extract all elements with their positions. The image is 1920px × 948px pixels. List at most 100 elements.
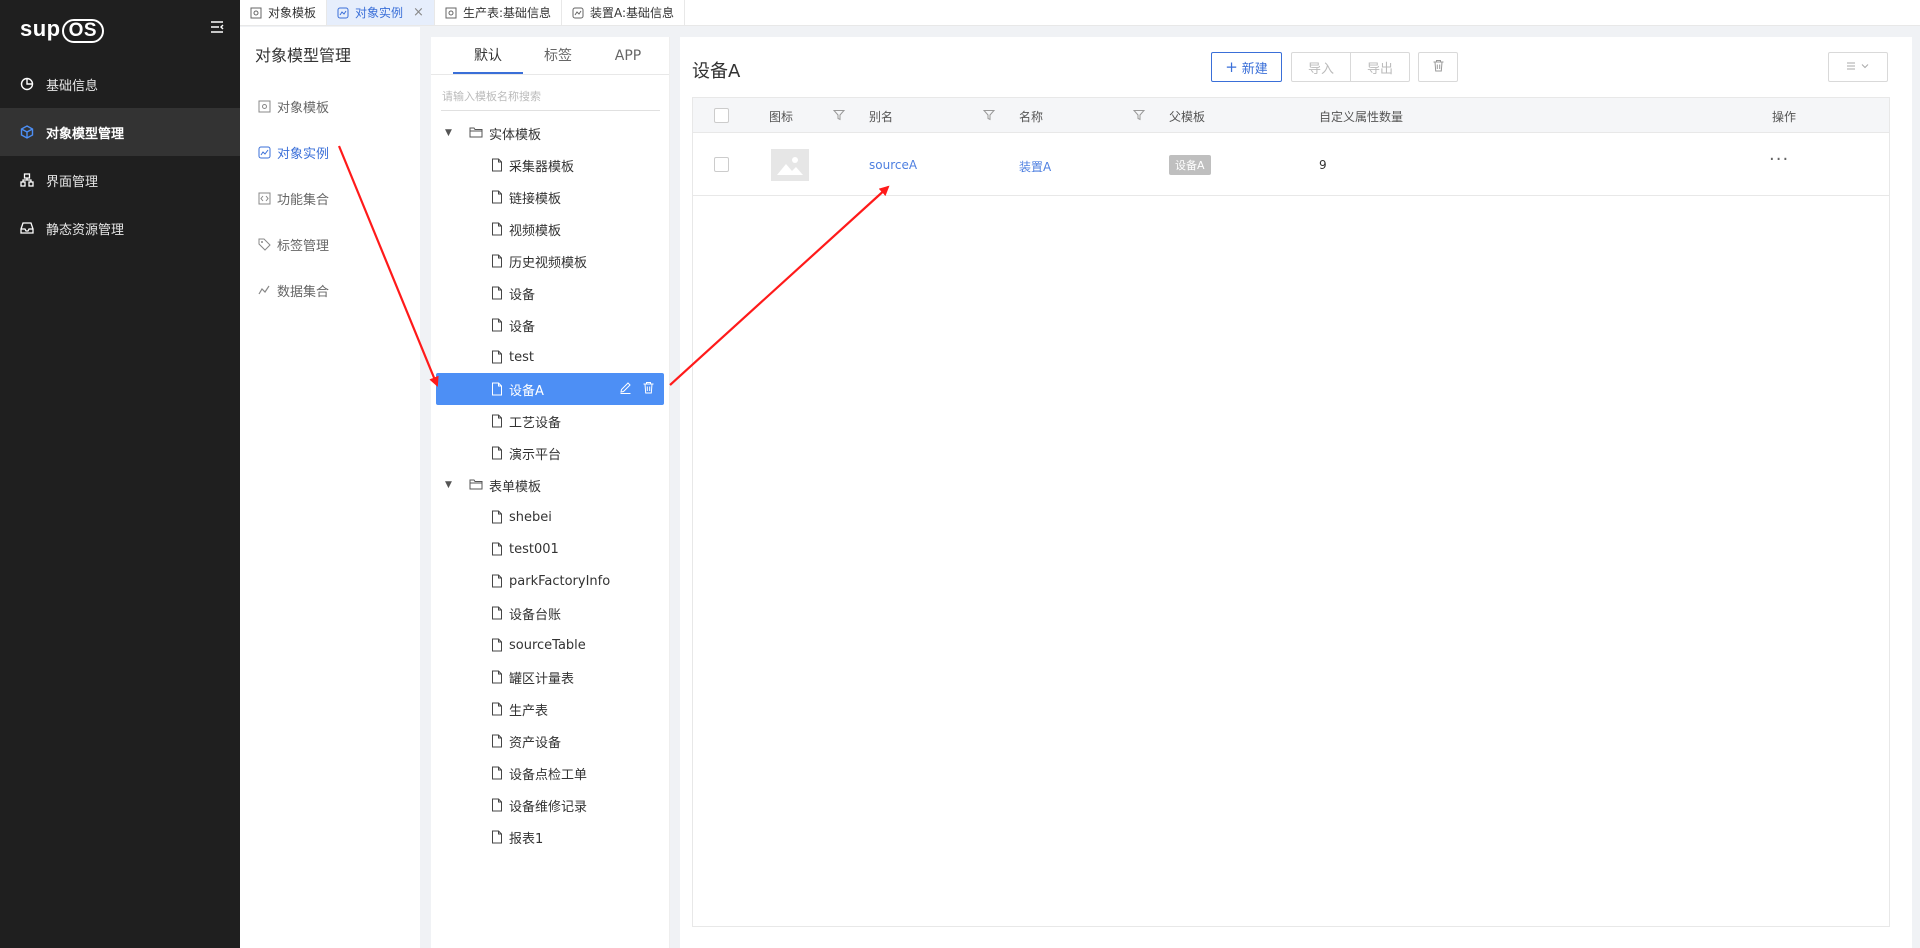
file-icon (491, 734, 503, 748)
subnav-label: 功能集合 (277, 192, 330, 208)
more-actions-icon[interactable]: ··· (1769, 149, 1789, 170)
menu-item-label: 静态资源管理 (46, 222, 125, 238)
name-link[interactable]: 装置A (1019, 158, 1051, 175)
trash-icon (1432, 59, 1445, 76)
template-icon (250, 7, 262, 19)
tree-node[interactable]: 设备 (436, 309, 664, 341)
import-button[interactable]: 导入 (1291, 52, 1351, 82)
delete-button[interactable] (1418, 52, 1458, 82)
subnav-label: 对象实例 (277, 146, 330, 162)
menu-item-label: 对象模型管理 (46, 126, 125, 142)
tree-node[interactable]: 设备台账 (436, 597, 664, 629)
tree-node-label: 设备A (509, 383, 544, 399)
instance-icon (572, 7, 584, 19)
tree-node[interactable]: 工艺设备 (436, 405, 664, 437)
tree-node-label: 资产设备 (509, 735, 562, 751)
subnav-item-object-instance[interactable]: 对象实例 (240, 129, 420, 175)
tree-node-label: 链接模板 (509, 191, 562, 207)
template-search-input[interactable] (441, 83, 660, 111)
col-alias: 别名 (869, 110, 894, 124)
caret-down-icon[interactable]: ▼ (445, 480, 455, 490)
tree-node[interactable]: 视频模板 (436, 213, 664, 245)
select-all-checkbox[interactable] (714, 108, 729, 123)
tree-node-label: sourceTable (509, 637, 586, 653)
tab-production-table-info[interactable]: 生产表:基础信息 (435, 0, 562, 25)
instance-icon (258, 146, 271, 159)
tree-folder[interactable]: ▼ 表单模板 (431, 469, 669, 501)
subnav-item-function-set[interactable]: 功能集合 (240, 175, 420, 221)
new-button[interactable]: + 新建 (1211, 52, 1282, 82)
tree-node-label: 罐区计量表 (509, 671, 575, 687)
node-actions (619, 381, 656, 395)
tree-tab-default[interactable]: 默认 (453, 37, 523, 74)
tree-node[interactable]: 历史视频模板 (436, 245, 664, 277)
tree-node[interactable]: 演示平台 (436, 437, 664, 469)
tree-node[interactable]: test (436, 341, 664, 373)
collapse-menu-icon[interactable] (210, 20, 224, 34)
menu-item-label: 基础信息 (46, 78, 99, 94)
file-icon (491, 702, 503, 716)
export-button[interactable]: 导出 (1350, 52, 1410, 82)
file-icon (491, 158, 503, 172)
inbox-icon (20, 221, 34, 235)
subnav-title: 对象模型管理 (255, 46, 352, 65)
file-icon (491, 318, 503, 332)
tree-node[interactable]: 罐区计量表 (436, 661, 664, 693)
menu-item-ui-management[interactable]: 界面管理 (0, 156, 240, 204)
col-name: 名称 (1019, 110, 1044, 124)
filter-icon[interactable] (833, 109, 845, 121)
file-icon (491, 606, 503, 620)
menu-item-object-model[interactable]: 对象模型管理 (0, 108, 240, 156)
tree-node-label: 设备 (509, 319, 536, 335)
tree-node[interactable]: 设备维修记录 (436, 789, 664, 821)
filter-icon[interactable] (1133, 109, 1145, 121)
alias-link[interactable]: sourceA (869, 158, 917, 172)
tab-object-instance[interactable]: 对象实例 × (327, 0, 435, 25)
subnav-item-data-set[interactable]: 数据集合 (240, 267, 420, 313)
subnav-item-object-template[interactable]: 对象模板 (240, 83, 420, 129)
tree-node-label: parkFactoryInfo (509, 573, 611, 589)
tree-node[interactable]: 资产设备 (436, 725, 664, 757)
file-icon (491, 574, 503, 588)
tab-label: 对象模板 (268, 6, 317, 20)
tree-node-label: 演示平台 (509, 447, 562, 463)
tree-node[interactable]: sourceTable (436, 629, 664, 661)
main-content: 设备A + 新建 导入 导出 图标 别名 名称 父模板 自定义属性数量 操作 s… (680, 37, 1912, 948)
tree-node[interactable]: parkFactoryInfo (436, 565, 664, 597)
table-row[interactable]: sourceA 装置A 设备A 9 ··· (693, 134, 1889, 196)
app-logo[interactable]: sup OS (0, 0, 240, 58)
close-icon[interactable]: × (413, 5, 424, 20)
tree-node[interactable]: 链接模板 (436, 181, 664, 213)
tree-node[interactable]: 设备 (436, 277, 664, 309)
template-icon (258, 100, 271, 113)
row-checkbox[interactable] (714, 157, 729, 172)
tag-icon (258, 238, 271, 251)
column-settings-button[interactable] (1828, 52, 1888, 82)
tree-node[interactable]: shebei (436, 501, 664, 533)
tree-node[interactable]: 报表1 (436, 821, 664, 853)
tree-node-label: 设备 (509, 287, 536, 303)
filter-icon[interactable] (983, 109, 995, 121)
tree-tab-tags[interactable]: 标签 (523, 37, 593, 74)
tree-node[interactable]: 采集器模板 (436, 149, 664, 181)
tree-node[interactable]: test001 (436, 533, 664, 565)
tab-object-template[interactable]: 对象模板 (240, 0, 328, 25)
tree-node[interactable]: 设备点检工单 (436, 757, 664, 789)
trash-icon[interactable] (642, 381, 656, 395)
file-icon (491, 254, 503, 268)
caret-down-icon[interactable]: ▼ (445, 128, 455, 138)
tree-folder[interactable]: ▼ 实体模板 (431, 117, 669, 149)
tree-node-label: 工艺设备 (509, 415, 562, 431)
tree-tab-app[interactable]: APP (593, 37, 663, 74)
file-icon (491, 414, 503, 428)
tree-node[interactable]: 生产表 (436, 693, 664, 725)
menu-item-basic-info[interactable]: 基础信息 (0, 60, 240, 108)
tab-device-a-info[interactable]: 装置A:基础信息 (562, 0, 686, 25)
tree-node[interactable]: 设备A (436, 373, 664, 405)
logo-text: sup OS (20, 16, 105, 43)
file-icon (491, 222, 503, 236)
page-title: 设备A (692, 61, 741, 82)
edit-icon[interactable] (619, 381, 633, 395)
subnav-item-tag-management[interactable]: 标签管理 (240, 221, 420, 267)
menu-item-static-resources[interactable]: 静态资源管理 (0, 204, 240, 252)
